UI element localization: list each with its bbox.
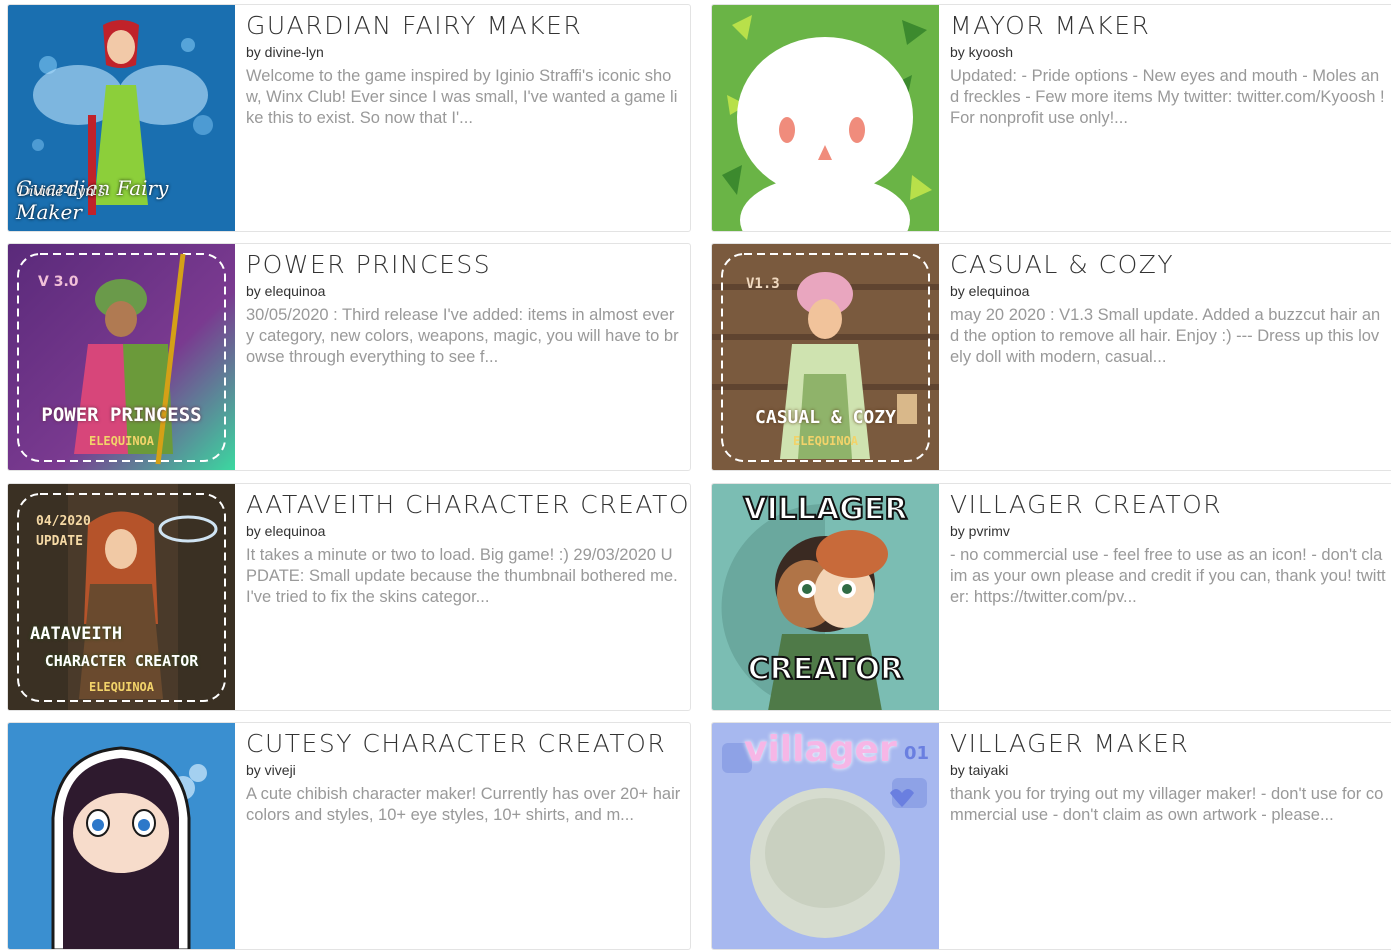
game-title[interactable]: VILLAGER MAKER bbox=[950, 729, 1386, 759]
game-card[interactable]: V 3.0 POWER PRINCESS ELEQUINOA POWER PRI… bbox=[7, 243, 691, 471]
game-author[interactable]: by pvrimv bbox=[950, 522, 1386, 540]
game-card[interactable]: V1.3 CASUAL & COZY ELEQUINOA CASUAL & CO… bbox=[711, 243, 1391, 471]
game-thumbnail[interactable]: V1.3 CASUAL & COZY ELEQUINOA bbox=[712, 244, 939, 470]
game-description: It takes a minute or two to load. Big ga… bbox=[246, 546, 678, 606]
thumbnail-caption: CHARACTER CREATOR bbox=[44, 652, 199, 670]
thumbnail-caption: ELEQUINOA bbox=[88, 680, 155, 694]
thumbnail-caption: villager bbox=[744, 729, 897, 770]
game-author[interactable]: by kyoosh bbox=[950, 43, 1386, 61]
game-thumbnail[interactable]: Guardian Fairy Maker Divine-Lyn's bbox=[8, 5, 235, 231]
game-description: A cute chibish character maker! Currentl… bbox=[246, 785, 681, 824]
game-thumbnail[interactable] bbox=[712, 5, 939, 231]
game-author[interactable]: by viveji bbox=[246, 761, 682, 779]
game-title[interactable]: CUTESY CHARACTER CREATOR bbox=[246, 729, 682, 759]
game-author[interactable]: by divine-lyn bbox=[246, 43, 682, 61]
game-title[interactable]: VILLAGER CREATOR bbox=[950, 490, 1386, 520]
game-title[interactable]: GUARDIAN FAIRY MAKER bbox=[246, 11, 682, 41]
thumbnail-caption: AATAVEITH bbox=[30, 624, 123, 644]
thumbnail-caption: V1.3 bbox=[746, 276, 780, 292]
game-description: Updated: - Pride options - New eyes and … bbox=[950, 67, 1385, 127]
game-author[interactable]: by elequinoa bbox=[950, 282, 1386, 300]
game-title[interactable]: CASUAL & COZY bbox=[950, 250, 1386, 280]
game-description: thank you for trying out my villager mak… bbox=[950, 785, 1384, 824]
game-author[interactable]: by elequinoa bbox=[246, 522, 682, 540]
thumbnail-caption: CREATOR bbox=[747, 651, 905, 688]
game-thumbnail[interactable]: villager 01 bbox=[712, 723, 939, 949]
game-author[interactable]: by taiyaki bbox=[950, 761, 1386, 779]
game-description: may 20 2020 : V1.3 Small update. Added a… bbox=[950, 306, 1381, 366]
game-card[interactable]: VILLAGER CREATOR VILLAGER CREATOR by pvr… bbox=[711, 483, 1391, 711]
thumbnail-caption: ELEQUINOA bbox=[88, 434, 155, 448]
thumbnail-caption: VILLAGER bbox=[742, 491, 908, 528]
game-title[interactable]: AATAVEITH CHARACTER CREATOR bbox=[246, 490, 690, 520]
game-description: 30/05/2020 : Third release I've added: i… bbox=[246, 306, 679, 366]
game-card[interactable]: Guardian Fairy Maker Divine-Lyn's GUARDI… bbox=[7, 4, 691, 232]
game-description: - no commercial use - feel free to use a… bbox=[950, 546, 1386, 606]
thumbnail-caption: POWER PRINCESS bbox=[41, 404, 202, 426]
game-author[interactable]: by elequinoa bbox=[246, 282, 682, 300]
thumbnail-caption: ELEQUINOA bbox=[792, 434, 859, 448]
game-title[interactable]: MAYOR MAKER bbox=[950, 11, 1386, 41]
game-card[interactable]: CUTESY CHARACTER CREATOR by viveji A cut… bbox=[7, 722, 691, 950]
thumbnail-caption: 04/2020 bbox=[36, 514, 91, 529]
game-thumbnail[interactable] bbox=[8, 723, 235, 949]
thumbnail-caption: Divine-Lyn's bbox=[18, 184, 106, 200]
thumbnail-caption: 01 bbox=[904, 743, 930, 764]
game-card[interactable]: villager 01 VILLAGER MAKER by taiyaki th… bbox=[711, 722, 1391, 950]
game-card[interactable]: 04/2020 UPDATE AATAVEITH CHARACTER CREAT… bbox=[7, 483, 691, 711]
game-card[interactable]: MAYOR MAKER by kyoosh Updated: - Pride o… bbox=[711, 4, 1391, 232]
game-thumbnail[interactable]: V 3.0 POWER PRINCESS ELEQUINOA bbox=[8, 244, 235, 470]
game-description: Welcome to the game inspired by Iginio S… bbox=[246, 67, 678, 127]
game-thumbnail[interactable]: VILLAGER CREATOR bbox=[712, 484, 939, 710]
thumbnail-caption: UPDATE bbox=[36, 534, 83, 549]
thumbnail-caption: V 3.0 bbox=[38, 274, 79, 290]
thumbnail-caption: CASUAL & COZY bbox=[755, 407, 896, 428]
game-title[interactable]: POWER PRINCESS bbox=[246, 250, 682, 280]
game-thumbnail[interactable]: 04/2020 UPDATE AATAVEITH CHARACTER CREAT… bbox=[8, 484, 235, 710]
